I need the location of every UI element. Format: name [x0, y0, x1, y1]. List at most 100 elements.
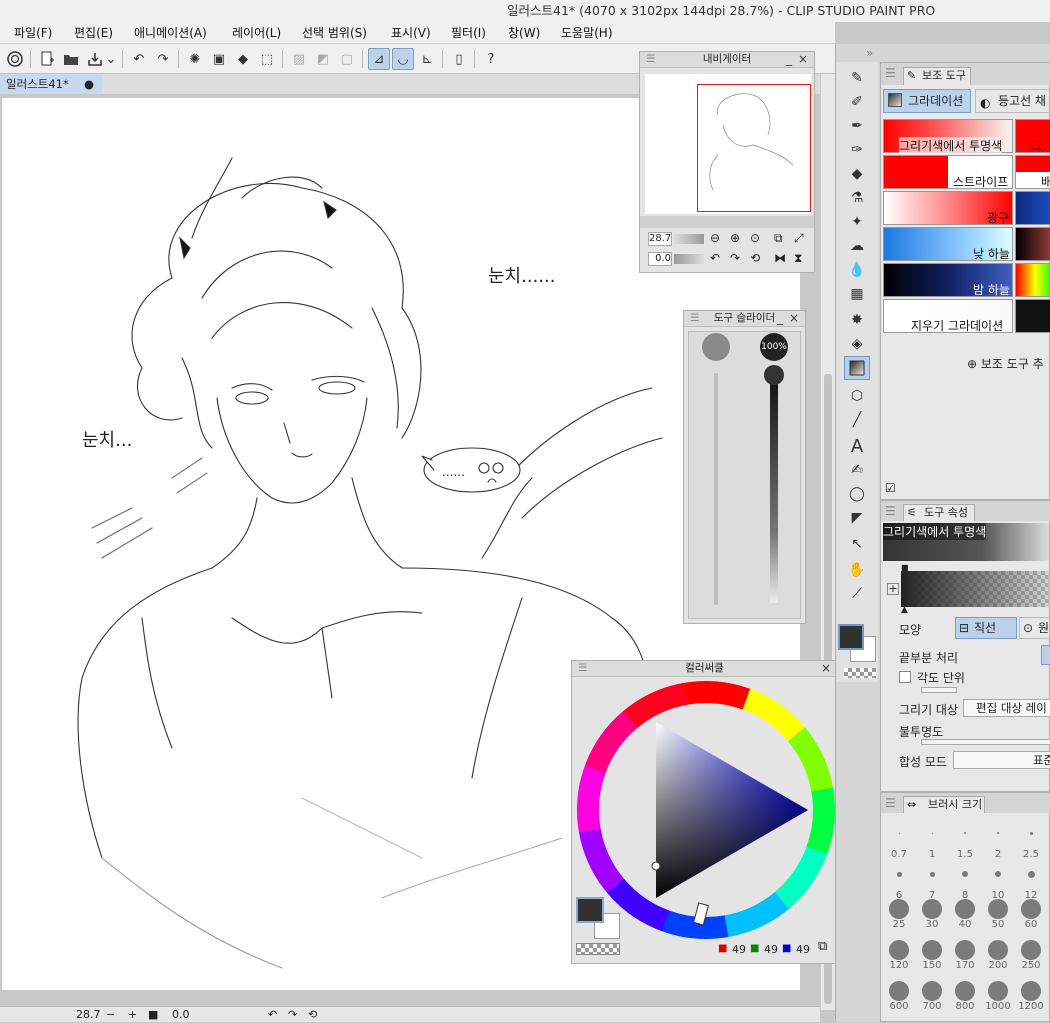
main-color-swatch[interactable]: [838, 624, 864, 650]
close-icon[interactable]: ×: [821, 661, 831, 676]
tool-property-tab[interactable]: ⚟ 도구 속성: [903, 504, 975, 521]
status-zoom[interactable]: 28.7: [76, 1007, 101, 1022]
gradient-tool-icon[interactable]: [844, 356, 870, 380]
zoom-in-icon[interactable]: ⊕: [730, 231, 740, 245]
zoom-out-icon[interactable]: −: [106, 1007, 115, 1022]
menu-help[interactable]: 도움말(H): [561, 22, 613, 44]
fill-tool-icon[interactable]: ◈: [844, 332, 870, 356]
gradient-editor[interactable]: [901, 571, 1050, 607]
brush-size-cell[interactable]: 50: [982, 897, 1014, 935]
fill-drop-tool-icon[interactable]: 💧: [844, 258, 870, 282]
balloon-tool-icon[interactable]: ◯: [844, 482, 870, 506]
brush-size-cell[interactable]: 2: [982, 815, 1014, 860]
brush-size-cell[interactable]: 10: [982, 856, 1014, 901]
brush-size-cell[interactable]: 12: [1015, 856, 1047, 901]
redo-icon[interactable]: ↷: [152, 48, 174, 70]
new-file-icon[interactable]: [36, 48, 58, 70]
gradient-group-tab[interactable]: 그라데이션: [883, 89, 971, 113]
minimize-icon[interactable]: _: [786, 52, 792, 67]
brush-size-cell[interactable]: 250: [1015, 938, 1047, 976]
loading-icon[interactable]: ✺: [184, 48, 206, 70]
airbrush-tool-icon[interactable]: ⚗: [844, 186, 870, 210]
brush-size-cell[interactable]: 150: [916, 938, 948, 976]
snap-grid-icon[interactable]: ⊾: [416, 48, 438, 70]
preset-rainbow[interactable]: [1015, 263, 1050, 297]
blend-mode-select[interactable]: 표준: [953, 751, 1050, 769]
menu-layer[interactable]: 레이어(L): [232, 22, 281, 44]
eyedropper-tool-icon[interactable]: ⟋: [844, 582, 870, 606]
eraser-tool-icon[interactable]: ◆: [844, 162, 870, 186]
brush-size-cell[interactable]: 1: [916, 815, 948, 860]
object-select-tool-icon[interactable]: ↖: [844, 532, 870, 556]
opacity-slider-handle[interactable]: [764, 365, 784, 385]
fullscreen-icon[interactable]: ⤢: [794, 231, 804, 246]
brush-size-cell[interactable]: 8: [949, 856, 981, 901]
zoom-out-icon[interactable]: ⊖: [710, 231, 720, 245]
pencil-tool-icon[interactable]: ✐: [844, 90, 870, 114]
grip-icon[interactable]: ☰: [885, 66, 896, 80]
brush-size-cell[interactable]: 700: [916, 979, 948, 1017]
flip-horizontal-icon[interactable]: ⧓: [774, 251, 786, 265]
vector-pen-tool-icon[interactable]: ✍: [844, 458, 870, 482]
snap-icon[interactable]: ◩: [312, 48, 334, 70]
open-folder-icon[interactable]: [60, 48, 82, 70]
clear-icon[interactable]: ▣: [208, 48, 230, 70]
close-icon[interactable]: ×: [789, 311, 799, 326]
menu-window[interactable]: 창(W): [508, 22, 540, 44]
blend-tool-icon[interactable]: ☁: [844, 234, 870, 258]
line-tool-icon[interactable]: ╱: [844, 408, 870, 432]
fit-icon[interactable]: ■: [148, 1007, 158, 1022]
brush-size-tab[interactable]: ⇔ 브러시 크기: [903, 796, 985, 813]
reset-rotation-icon[interactable]: ⟲: [308, 1007, 317, 1022]
navigator-zoom-slider[interactable]: [674, 234, 704, 244]
clip-studio-icon[interactable]: [4, 48, 26, 70]
close-icon[interactable]: ×: [798, 52, 808, 67]
opacity-slider[interactable]: [921, 739, 1050, 745]
opacity-slider-track[interactable]: [770, 375, 778, 603]
undo-icon[interactable]: ↶: [128, 48, 150, 70]
transparent-color-swatch[interactable]: [576, 943, 620, 955]
menu-view[interactable]: 표시(V): [391, 22, 431, 44]
grip-icon[interactable]: ☰: [646, 52, 655, 67]
document-tab[interactable]: 일러스트41* ●: [0, 74, 102, 94]
navigator-rotate-field[interactable]: 0.0: [648, 252, 672, 266]
brush-size-cell[interactable]: 200: [982, 938, 1014, 976]
transparent-color-swatch[interactable]: [844, 668, 876, 678]
brush-size-cell[interactable]: 2.5: [1015, 815, 1047, 860]
grip-icon[interactable]: ☰: [578, 661, 587, 676]
menu-animation[interactable]: 애니메이션(A): [134, 22, 207, 44]
expand-icon[interactable]: »: [866, 46, 873, 60]
save-icon[interactable]: [84, 48, 106, 70]
menu-filter[interactable]: 필터(I): [451, 22, 486, 44]
transform-icon[interactable]: ⬚: [256, 48, 278, 70]
gradient-stop-handle[interactable]: ▲: [901, 605, 908, 615]
brush-size-cell[interactable]: 25: [883, 897, 915, 935]
brush-size-cell[interactable]: 0.7: [883, 815, 915, 860]
help-icon[interactable]: ?: [480, 48, 502, 70]
chevron-down-icon[interactable]: ⌄: [104, 48, 118, 70]
modified-indicator[interactable]: ●: [84, 74, 94, 94]
brush-size-cell[interactable]: 1.5: [949, 815, 981, 860]
add-sub-tool-button[interactable]: ⊕ 보조 도구 추: [967, 355, 1044, 372]
main-color-swatch[interactable]: [576, 897, 604, 923]
minimize-icon[interactable]: _: [777, 311, 783, 326]
rotate-left-icon[interactable]: ↶: [710, 251, 720, 265]
navigator-preview[interactable]: [645, 74, 811, 214]
brush-tool-icon[interactable]: ✒: [844, 114, 870, 138]
flip-vertical-icon[interactable]: ⧗: [794, 251, 802, 266]
brush-size-cell[interactable]: 40: [949, 897, 981, 935]
end-process-option[interactable]: [1041, 645, 1050, 665]
menu-file[interactable]: 파일(F): [14, 22, 52, 44]
grid-tool-icon[interactable]: ▦: [844, 282, 870, 306]
auto-select-tool-icon[interactable]: ✸: [844, 308, 870, 332]
grip-icon[interactable]: ☰: [885, 504, 896, 518]
add-stop-icon[interactable]: +: [887, 583, 899, 595]
rotate-right-icon[interactable]: ↷: [730, 251, 740, 265]
tool-slider-header[interactable]: ☰ 도구 슬라이더 _ ×: [684, 311, 805, 327]
smartphone-icon[interactable]: ▯: [448, 48, 470, 70]
grip-icon[interactable]: ☰: [690, 311, 699, 326]
brush-size-cell[interactable]: 1000: [982, 979, 1014, 1017]
frame-tool-icon[interactable]: ◤: [844, 506, 870, 530]
brush-size-cell[interactable]: 6: [883, 856, 915, 901]
rotate-right-icon[interactable]: ↷: [288, 1007, 297, 1022]
